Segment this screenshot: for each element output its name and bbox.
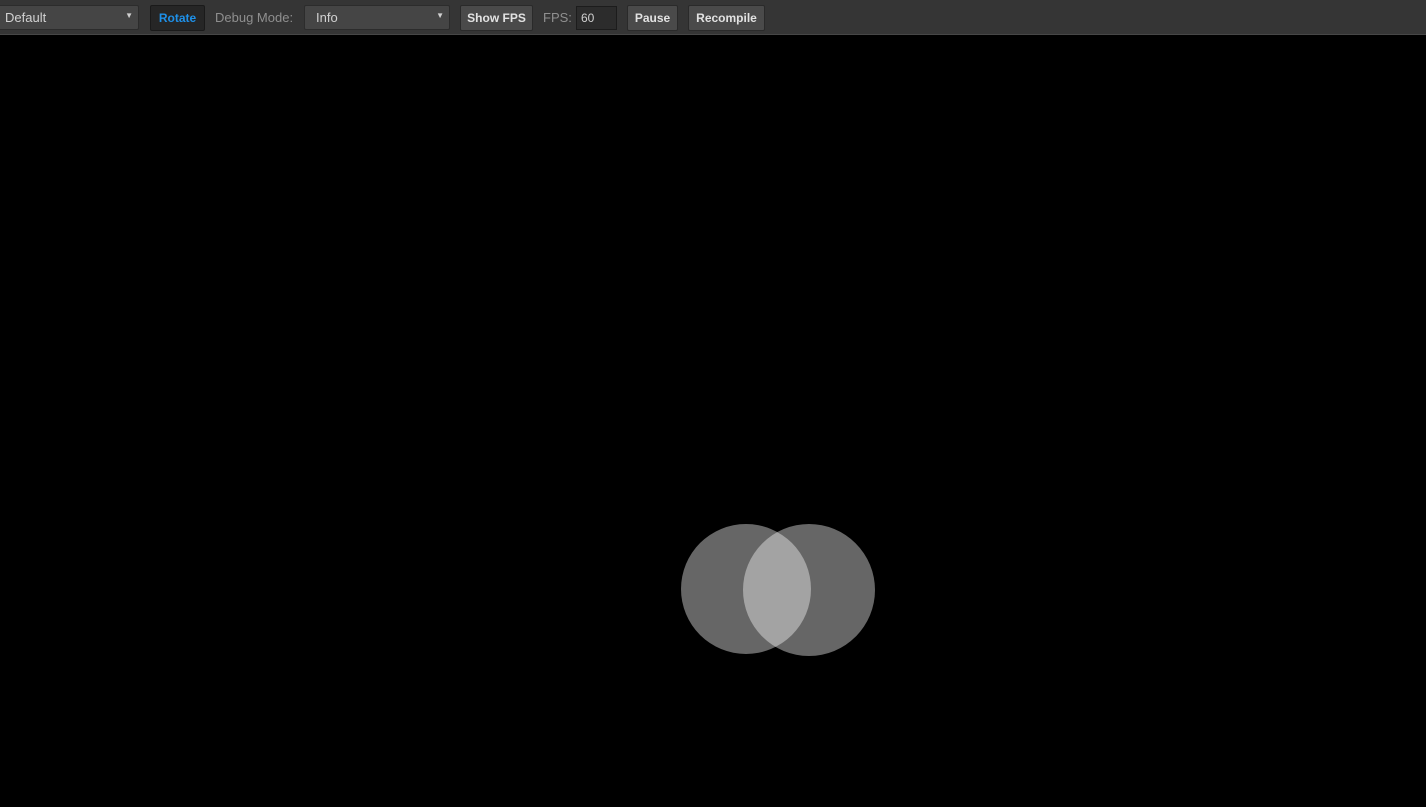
chevron-down-icon: ▼ (436, 11, 444, 20)
show-fps-button-label: Show FPS (467, 11, 526, 25)
preset-select-value: Default (5, 10, 47, 25)
debug-mode-select-value: Info (316, 10, 338, 25)
recompile-button[interactable]: Recompile (688, 5, 765, 31)
render-viewport[interactable] (0, 35, 1426, 807)
rotate-button[interactable]: Rotate (150, 5, 205, 31)
render-canvas (681, 524, 875, 656)
preset-select[interactable]: Default ▼ (0, 5, 139, 30)
fps-input[interactable] (576, 6, 617, 30)
pause-button[interactable]: Pause (627, 5, 678, 31)
recompile-button-label: Recompile (696, 11, 757, 25)
fps-label: FPS: (543, 10, 572, 25)
chevron-down-icon: ▼ (125, 11, 133, 20)
debug-mode-select[interactable]: Info ▼ (304, 5, 450, 30)
toolbar: Default ▼ Rotate Debug Mode: Info ▼ Show… (0, 0, 1426, 35)
debug-mode-label: Debug Mode: (215, 10, 294, 25)
show-fps-button[interactable]: Show FPS (460, 5, 533, 31)
pause-button-label: Pause (634, 11, 671, 25)
rotate-button-label: Rotate (158, 11, 197, 25)
